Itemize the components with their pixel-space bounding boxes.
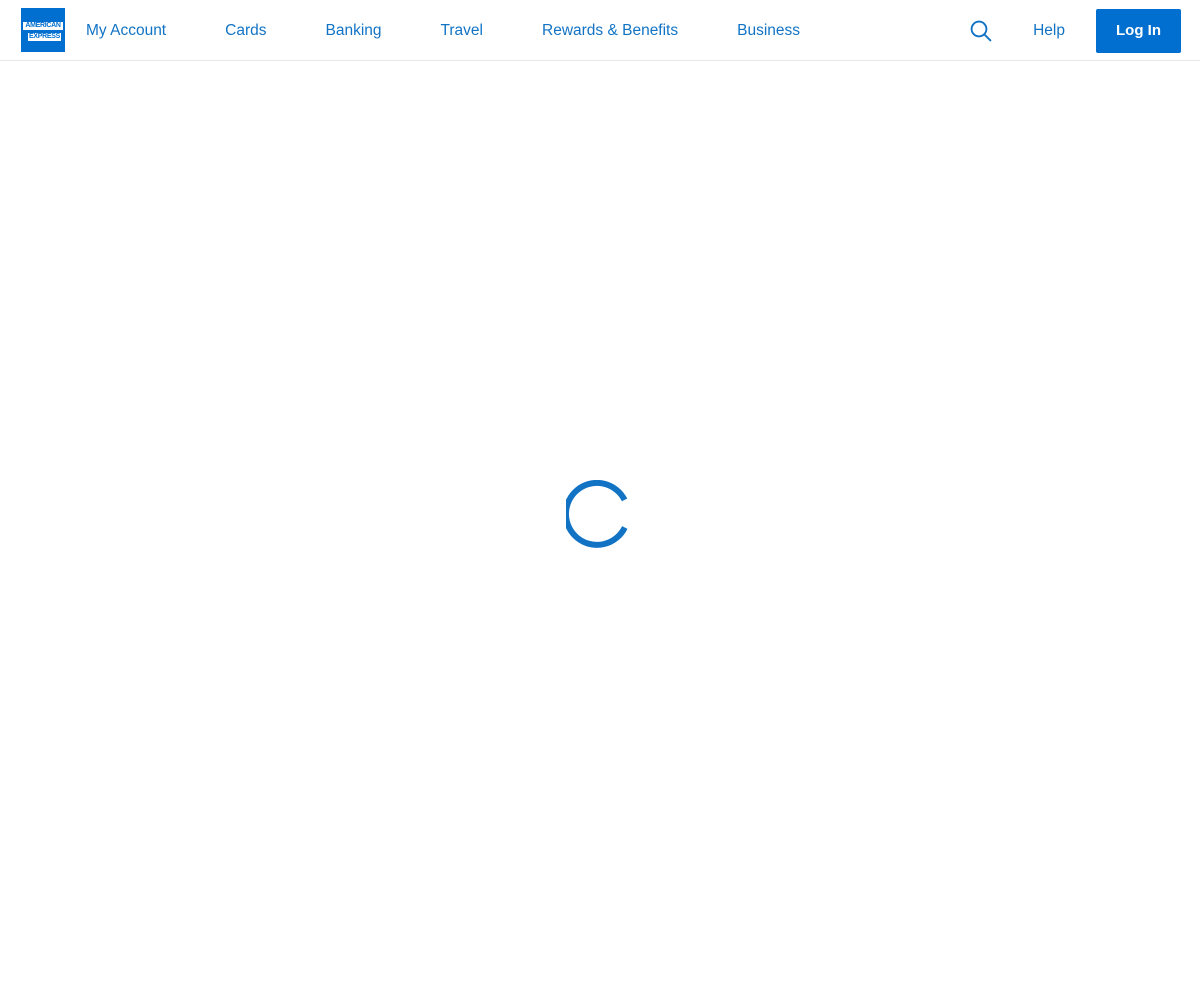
logo-text-line-2: EXPRESS bbox=[28, 33, 61, 41]
american-express-logo: AMERICAN EXPRESS bbox=[21, 8, 65, 52]
nav-rewards-benefits[interactable]: Rewards & Benefits bbox=[542, 21, 678, 41]
nav-my-account[interactable]: My Account bbox=[86, 21, 166, 41]
nav-cards[interactable]: Cards bbox=[225, 21, 266, 41]
loading-spinner: Loading bbox=[566, 479, 634, 548]
search-icon bbox=[970, 20, 992, 41]
nav-business[interactable]: Business bbox=[737, 21, 800, 41]
loading-region: Loading bbox=[0, 61, 1200, 1000]
utility-navigation: Search Help Log In bbox=[964, 0, 1200, 61]
loading-spinner-icon bbox=[566, 479, 628, 548]
log-in-button[interactable]: Log In bbox=[1096, 8, 1181, 53]
nav-travel[interactable]: Travel bbox=[441, 21, 484, 41]
site-header: AMERICAN EXPRESS My Account Cards Bankin… bbox=[0, 0, 1200, 61]
american-express-logo-link[interactable]: AMERICAN EXPRESS bbox=[21, 8, 65, 52]
nav-banking[interactable]: Banking bbox=[325, 21, 381, 41]
primary-navigation: My Account Cards Banking Travel Rewards … bbox=[86, 0, 800, 61]
search-button[interactable]: Search bbox=[964, 14, 998, 48]
page-main: Loading bbox=[0, 61, 1200, 1000]
logo-text-line-1: AMERICAN bbox=[23, 22, 63, 30]
help-link[interactable]: Help bbox=[1033, 21, 1065, 41]
